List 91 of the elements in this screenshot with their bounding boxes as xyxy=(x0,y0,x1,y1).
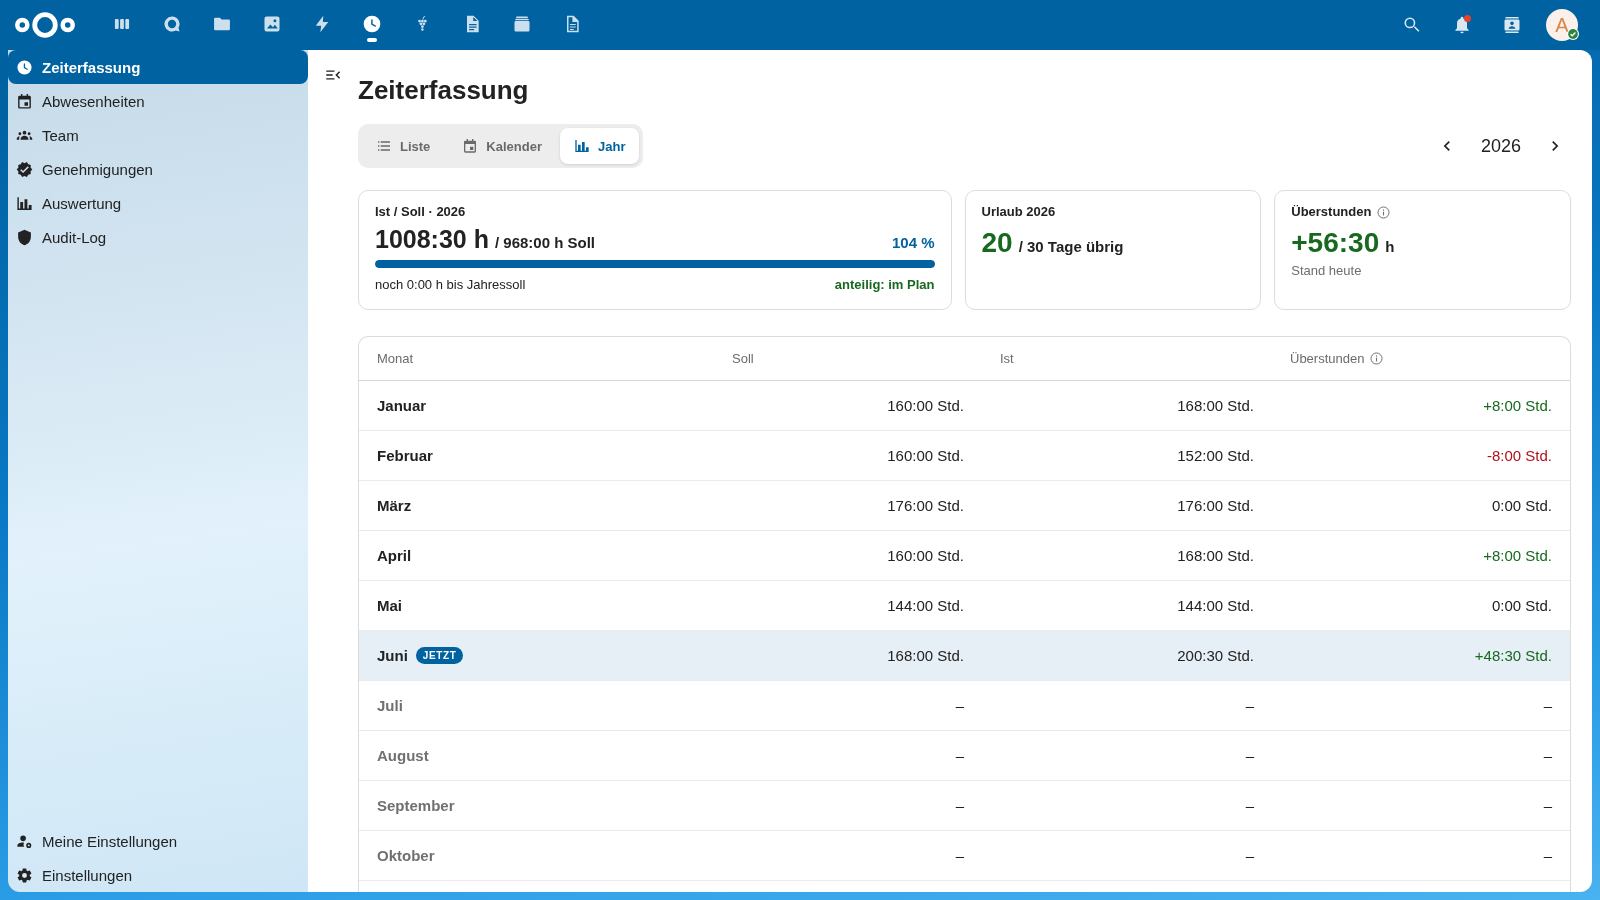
card-note: Stand heute xyxy=(1291,262,1363,280)
sidebar-item[interactable]: Genehmigungen xyxy=(8,152,308,186)
page-title: Zeiterfassung xyxy=(358,74,530,106)
calendar-icon xyxy=(16,92,33,110)
target-hours: 160:00 Std. xyxy=(887,547,964,564)
clock-icon xyxy=(16,58,33,76)
overtime-hours: – xyxy=(1543,697,1552,714)
pace-status: anteilig: im Plan xyxy=(834,276,935,294)
view-tab[interactable]: Jahr xyxy=(560,128,640,164)
month-name: April xyxy=(377,547,412,564)
view-tab[interactable]: Kalender xyxy=(448,128,556,164)
overtime-hours: – xyxy=(1543,747,1552,764)
actual-hours: 144:00 Std. xyxy=(1177,597,1254,614)
card-value: 20 xyxy=(981,227,1013,259)
sidebar-item[interactable]: Zeiterfassung xyxy=(8,50,308,84)
target-hours: – xyxy=(955,747,964,764)
sidebar-item[interactable]: Meine Einstellungen xyxy=(8,824,308,858)
person-card-icon[interactable] xyxy=(1502,15,1522,35)
active-indicator-icon xyxy=(367,38,377,42)
month-name: Juni xyxy=(377,647,408,664)
month-name: Januar xyxy=(377,397,427,414)
overtime-hours: +8:00 Std. xyxy=(1483,547,1552,564)
actual-hours: 168:00 Std. xyxy=(1177,397,1254,414)
stack-icon[interactable] xyxy=(512,14,532,34)
actual-hours: – xyxy=(1245,747,1254,764)
info-icon[interactable] xyxy=(1370,352,1384,365)
shield-icon xyxy=(16,228,33,246)
overtime-hours: 0:00 Std. xyxy=(1491,597,1552,614)
info-icon[interactable] xyxy=(1377,205,1391,219)
bar-chart-icon xyxy=(574,138,590,154)
target-hours: 168:00 Std. xyxy=(887,647,964,664)
view-tab[interactable]: Liste xyxy=(362,128,445,164)
actual-hours: 176:00 Std. xyxy=(1177,497,1254,514)
bell-icon[interactable] xyxy=(1452,15,1472,35)
actual-hours: 152:00 Std. xyxy=(1177,447,1254,464)
month-name: Mai xyxy=(377,597,402,614)
card-value: +56:30 xyxy=(1291,227,1380,259)
card-value: 1008:30 h xyxy=(375,224,489,254)
actual-hours: 168:00 Std. xyxy=(1177,547,1254,564)
column-header: Überstunden xyxy=(1290,351,1365,366)
overtime-hours: – xyxy=(1543,847,1552,864)
target-hours: 176:00 Std. xyxy=(887,497,964,514)
target-hours: – xyxy=(955,797,964,814)
actual-hours: – xyxy=(1245,797,1254,814)
year-label: 2026 xyxy=(1480,135,1521,157)
card-label: Ist / Soll · 2026 xyxy=(375,203,466,221)
overtime-hours: – xyxy=(1543,797,1552,814)
month-name: Februar xyxy=(377,447,433,464)
target-hours: 160:00 Std. xyxy=(887,397,964,414)
month-name: September xyxy=(377,797,455,814)
chat-bubble-icon[interactable] xyxy=(162,14,182,34)
list-icon xyxy=(376,138,392,154)
card-label: Urlaub 2026 xyxy=(981,203,1056,221)
month-name: August xyxy=(377,747,429,764)
column-header: Soll xyxy=(732,351,754,366)
card-unit: h xyxy=(1385,238,1395,255)
check-badge-icon xyxy=(16,160,33,178)
column-header: Monat xyxy=(377,351,414,366)
actual-hours: – xyxy=(1245,847,1254,864)
settings-icon xyxy=(16,866,33,884)
calendar-icon xyxy=(462,138,479,154)
target-hours: – xyxy=(955,847,964,864)
remaining-text: noch 0:00 h bis Jahressoll xyxy=(375,276,526,294)
actual-hours: 200:30 Std. xyxy=(1177,647,1254,664)
actual-hours: – xyxy=(1245,697,1254,714)
overtime-hours: +8:00 Std. xyxy=(1483,397,1552,414)
card-target: / 968:00 h Soll xyxy=(494,234,595,251)
month-name: Juli xyxy=(377,697,403,714)
percent-value: 104 % xyxy=(891,234,935,251)
month-name: März xyxy=(377,497,412,514)
bar-chart-icon xyxy=(16,194,33,212)
image-icon[interactable] xyxy=(262,14,282,34)
rings-logo-icon[interactable] xyxy=(15,12,75,38)
target-hours: – xyxy=(955,697,964,714)
overtime-hours: -8:00 Std. xyxy=(1486,447,1552,464)
sidebar-item[interactable]: Audit-Log xyxy=(8,220,308,254)
sidebar-item[interactable]: Einstellungen xyxy=(8,858,308,892)
column-header: Ist xyxy=(1000,351,1014,366)
target-hours: 144:00 Std. xyxy=(887,597,964,614)
sidebar-item[interactable]: Abwesenheiten xyxy=(8,84,308,118)
now-badge: JETZT xyxy=(415,647,464,664)
card-unit: / 30 Tage übrig xyxy=(1018,238,1124,255)
target-hours: 160:00 Std. xyxy=(887,447,964,464)
card-label: Überstunden xyxy=(1291,203,1372,221)
clock-icon[interactable] xyxy=(362,14,382,34)
search-icon[interactable] xyxy=(1402,15,1422,35)
overtime-hours: +48:30 Std. xyxy=(1474,647,1552,664)
month-name: Oktober xyxy=(377,847,435,864)
sidebar-item[interactable]: Team xyxy=(8,118,308,152)
sidebar-item[interactable]: Auswertung xyxy=(8,186,308,220)
overtime-hours: 0:00 Std. xyxy=(1491,497,1552,514)
